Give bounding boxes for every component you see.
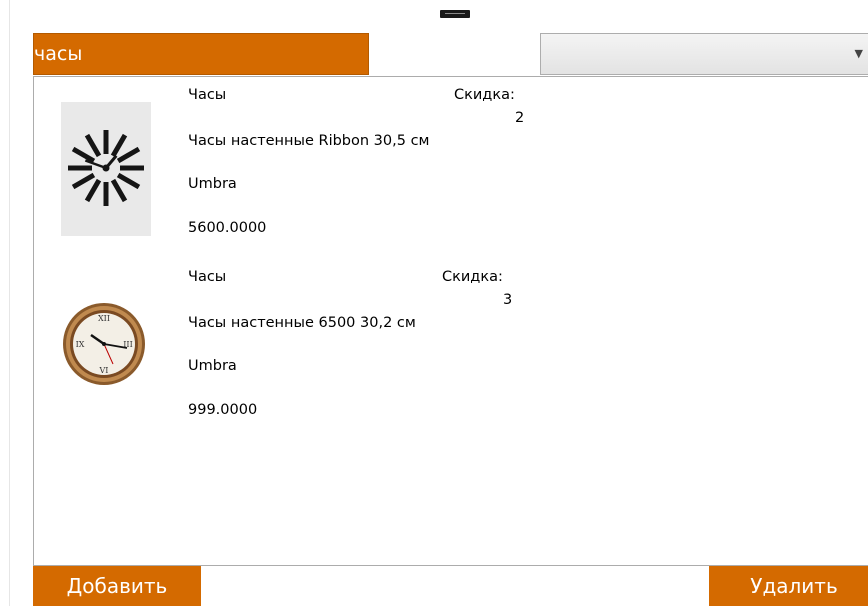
discount-label: Скидка: — [454, 87, 515, 103]
svg-text:IX: IX — [76, 340, 85, 349]
svg-text:XII: XII — [98, 314, 110, 323]
starburst-clock-icon — [61, 102, 151, 236]
product-photo — [61, 102, 151, 236]
svg-text:VI: VI — [99, 366, 109, 375]
discount-label: Скидка: — [442, 269, 503, 285]
chevron-down-icon: ▼ — [854, 47, 863, 60]
product-manufacturer: Umbra — [188, 358, 237, 374]
product-price: 999.0000 — [188, 402, 258, 418]
product-name: Часы настенные Ribbon 30,5 см — [188, 133, 430, 149]
search-input[interactable]: часы — [33, 33, 369, 75]
product-price: 5600.0000 — [188, 220, 267, 236]
product-manufacturer: Umbra — [188, 176, 237, 192]
product-category: Часы — [188, 87, 227, 103]
discount-value: 2 — [515, 110, 525, 126]
delete-button[interactable]: Удалить — [709, 566, 868, 606]
list-item[interactable]: XII III VI IX Часы Часы настенные 6500 3… — [34, 259, 554, 439]
filter-dropdown[interactable]: ▼ — [540, 33, 868, 75]
product-name: Часы настенные 6500 30,2 см — [188, 315, 416, 331]
product-list[interactable]: Часы Часы настенные Ribbon 30,5 см Umbra… — [33, 76, 868, 566]
product-photo: XII III VI IX — [61, 299, 151, 389]
add-button[interactable]: Добавить — [33, 566, 201, 606]
list-item[interactable]: Часы Часы настенные Ribbon 30,5 см Umbra… — [34, 77, 554, 257]
window-left-edge — [9, 0, 10, 606]
discount-value: 3 — [503, 292, 513, 308]
window-grip-icon[interactable] — [440, 10, 470, 18]
product-category: Часы — [188, 269, 227, 285]
round-clock-icon: XII III VI IX — [63, 303, 145, 385]
